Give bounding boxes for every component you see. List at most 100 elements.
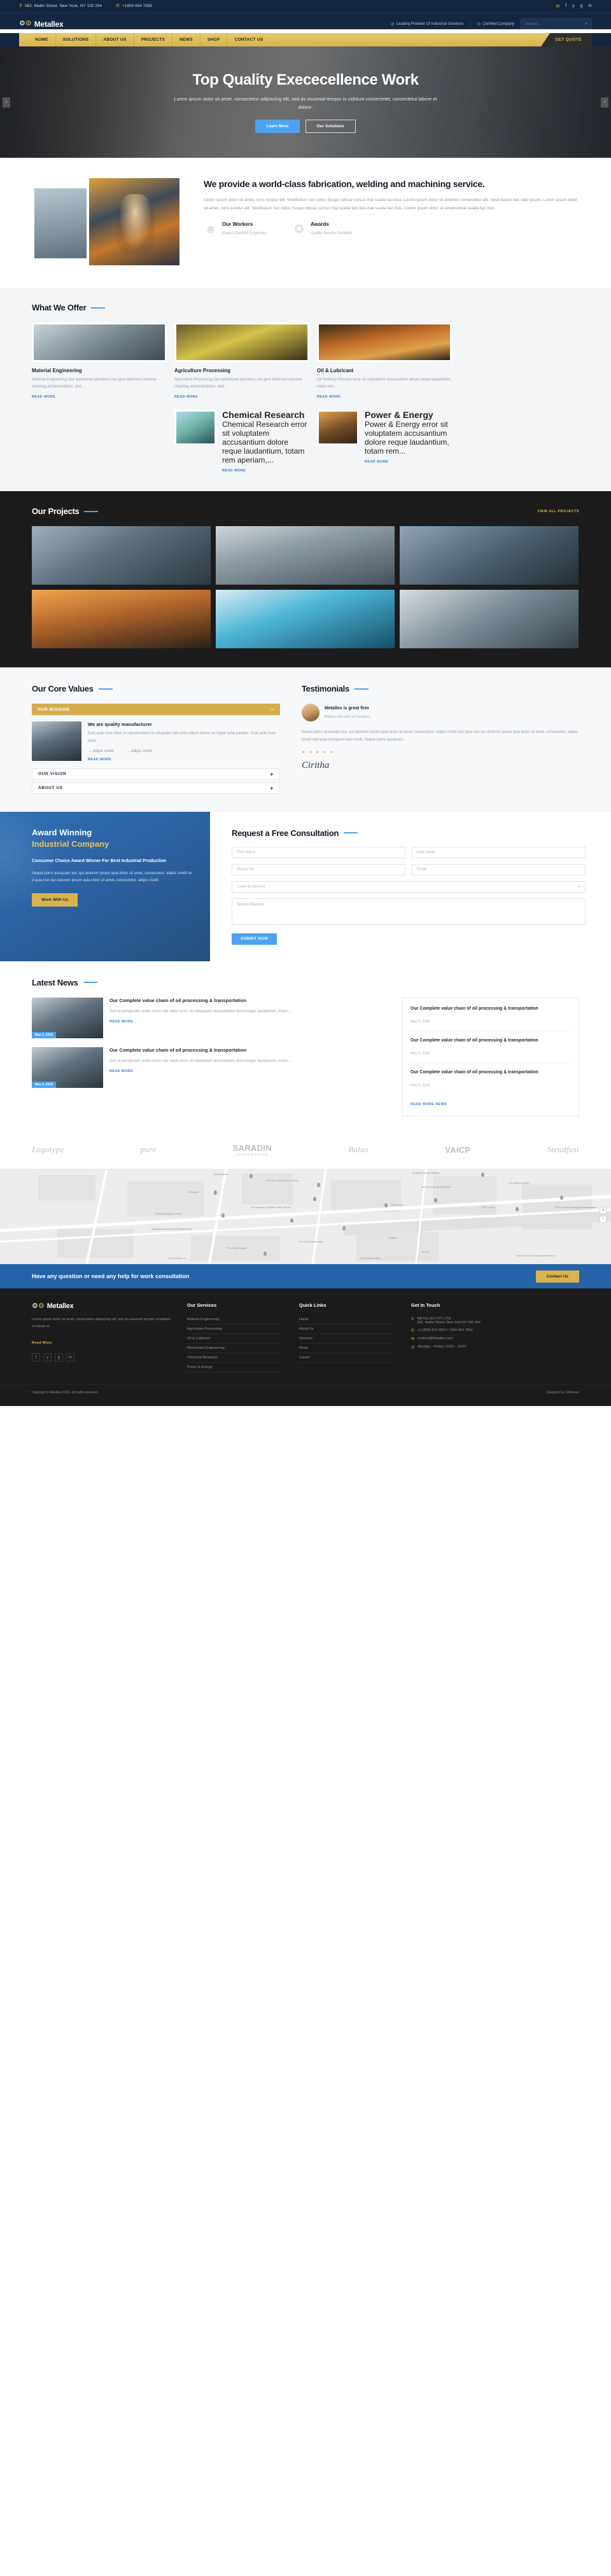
- about-paragraph: Lorem ipsum dolor sit amet, cons ectetur…: [204, 197, 578, 211]
- nav-item-shop[interactable]: SHOP: [200, 33, 228, 46]
- offer-card-read-more[interactable]: READ MORE: [174, 395, 198, 399]
- linkedin-icon[interactable]: in: [66, 1353, 74, 1362]
- brand-logo[interactable]: pure: [141, 1145, 157, 1155]
- search-box[interactable]: ⌕: [521, 18, 592, 29]
- footer-contact-phone[interactable]: ✆ +1 (800) 624 8924 / 1254 854 7854: [411, 1326, 507, 1335]
- nav-item-home[interactable]: HOME: [28, 33, 56, 46]
- nav-item-contact-us[interactable]: CONTACT US: [227, 33, 270, 46]
- footer-link[interactable]: Chemical Research: [187, 1353, 283, 1363]
- google-plus-icon[interactable]: g: [55, 1353, 63, 1362]
- location-map[interactable]: Debenhams An Post, General Post Office P…: [0, 1169, 611, 1265]
- read-more-news-link[interactable]: READ MORE NEWS: [411, 1103, 447, 1106]
- nav-item-projects[interactable]: PROJECTS: [134, 33, 173, 46]
- work-with-us-button[interactable]: Work With Us: [32, 893, 78, 907]
- map-label: Busáras Central Station: [412, 1171, 440, 1175]
- map-zoom-in-button[interactable]: +: [600, 1207, 607, 1215]
- news-item-read-more[interactable]: READ MORE: [109, 1020, 133, 1024]
- offer-card-read-more[interactable]: READ MORE: [317, 395, 341, 399]
- news-item-read-more[interactable]: READ MORE: [109, 1069, 133, 1073]
- map-label: Аббі-театр: [391, 1203, 404, 1207]
- footer-link[interactable]: Home: [299, 1315, 395, 1325]
- our-solutions-button[interactable]: Our Solutions: [305, 120, 356, 134]
- accordion-our-vision[interactable]: OUR VISION +: [32, 768, 280, 780]
- offer-title: What We Offer: [32, 303, 87, 312]
- get-quote-button[interactable]: GET QUOTE: [541, 33, 592, 46]
- project-tile[interactable]: [400, 526, 579, 585]
- accordion-about-us[interactable]: ABOUT US +: [32, 782, 280, 794]
- facebook-icon[interactable]: f: [565, 4, 566, 8]
- twitter-icon[interactable]: y: [572, 4, 575, 8]
- brand-logo[interactable]: Logotype: [32, 1145, 64, 1155]
- accordion-link-1[interactable]: Adipis civelit: [88, 749, 113, 753]
- accordion-our-mission[interactable]: OUR MISSION −: [32, 704, 280, 716]
- facebook-icon[interactable]: f: [32, 1353, 40, 1362]
- project-tile[interactable]: [216, 526, 395, 585]
- brand-logo[interactable]: Steadfast: [547, 1145, 579, 1155]
- project-tile[interactable]: [216, 590, 395, 649]
- offer-card-read-more[interactable]: READ MORE: [222, 469, 246, 473]
- news-title: Latest News: [32, 977, 78, 987]
- mail-icon[interactable]: ✉: [556, 4, 559, 9]
- twitter-icon[interactable]: y: [43, 1353, 52, 1362]
- recent-post[interactable]: Our Complete value chain of oil processi…: [411, 1038, 571, 1064]
- project-tile[interactable]: [32, 590, 211, 649]
- project-tile[interactable]: [400, 590, 579, 649]
- project-tile[interactable]: [32, 526, 211, 585]
- special-request-textarea[interactable]: Special Request: [232, 898, 586, 925]
- offer-card[interactable]: Chemical Research Chemical Research erro…: [174, 410, 309, 473]
- footer-logo[interactable]: ⚙⚙ Metallex: [32, 1302, 171, 1310]
- topbar-phone[interactable]: ✆ +1800 654 7895: [116, 4, 152, 8]
- brand-logo[interactable]: Balax: [348, 1145, 369, 1155]
- hero-prev-arrow-icon[interactable]: ‹: [3, 97, 10, 108]
- offer-card[interactable]: Power & Energy Power & Energy error sit …: [317, 410, 452, 473]
- nav-item-about-us[interactable]: ABOUT US: [96, 33, 134, 46]
- footer-link[interactable]: Power & Energy: [187, 1363, 283, 1373]
- brand-logo[interactable]: VAICP: [445, 1145, 470, 1155]
- email-field[interactable]: Email: [412, 863, 586, 875]
- site-logo[interactable]: ⚙⚙ Metallex: [19, 20, 64, 29]
- footer-link[interactable]: Oil & Lubricant: [187, 1334, 283, 1344]
- submit-now-button[interactable]: SUBMIT NOW: [232, 933, 277, 945]
- recent-post[interactable]: Our Complete value chain of oil processi…: [411, 1069, 571, 1094]
- map-zoom-out-button[interactable]: −: [600, 1216, 607, 1223]
- footer-link[interactable]: Material Engineering: [187, 1315, 283, 1325]
- footer-contact-email[interactable]: ✉ contact@Metallex.com: [411, 1335, 507, 1343]
- search-icon[interactable]: ⌕: [585, 22, 587, 27]
- news-item[interactable]: May 3, 2018 Our Complete value chain of …: [32, 997, 388, 1038]
- footer-link[interactable]: Agriculture Processing: [187, 1325, 283, 1335]
- footer-read-more-link[interactable]: Read More: [32, 1341, 52, 1345]
- footer-link[interactable]: News: [299, 1344, 395, 1354]
- news-item[interactable]: May 3, 2018 Our Complete value chain of …: [32, 1047, 388, 1088]
- about-section: We provide a world-class fabrication, we…: [0, 158, 611, 288]
- learn-more-button[interactable]: Learn More: [255, 120, 300, 134]
- recent-post[interactable]: Our Complete value chain of oil processi…: [411, 1006, 571, 1032]
- accordion-link-2[interactable]: Adipis civelit: [126, 749, 152, 753]
- brand-logo[interactable]: SARADIN CORPORATION: [233, 1143, 272, 1156]
- nav-item-solutions[interactable]: SOLUTIONS: [56, 33, 97, 46]
- view-all-projects-link[interactable]: VIEW ALL PROJECTS: [537, 510, 579, 513]
- offer-card[interactable]: Agriculture Processing Agriculture Proce…: [174, 323, 309, 400]
- recent-posts-panel: Our Complete value chain of oil processi…: [402, 997, 579, 1117]
- search-input[interactable]: [525, 22, 583, 26]
- nav-item-news[interactable]: NEWS: [172, 33, 200, 46]
- footer-link[interactable]: Mechanical Engineering: [187, 1344, 283, 1354]
- contact-us-button[interactable]: Contact Us: [535, 1270, 579, 1283]
- footer-link[interactable]: About Us: [299, 1325, 395, 1335]
- offer-card[interactable]: Material Engineering Material Engineerin…: [32, 323, 167, 400]
- offer-card-read-more[interactable]: READ MORE: [365, 460, 388, 464]
- linkedin-icon[interactable]: in: [589, 4, 592, 8]
- phone-field[interactable]: Phone No.: [232, 863, 405, 875]
- hero-next-arrow-icon[interactable]: ›: [601, 97, 608, 108]
- footer-link[interactable]: Career: [299, 1353, 395, 1363]
- first-name-field[interactable]: First Name: [232, 846, 405, 858]
- accordion-read-more[interactable]: READ MORE: [88, 758, 111, 762]
- offer-card[interactable]: Oil & Lubricant Oil Refinery Process err…: [317, 323, 452, 400]
- last-name-field[interactable]: Last Name: [412, 846, 586, 858]
- offer-card-read-more[interactable]: READ MORE: [32, 395, 55, 399]
- google-plus-icon[interactable]: g: [580, 4, 583, 8]
- map-label: Национальный музей лепреконов: [151, 1227, 192, 1231]
- footer-social-links[interactable]: f y g in: [32, 1353, 171, 1362]
- discuss-select[interactable]: I want to discuss: [232, 881, 586, 893]
- footer-link[interactable]: Services: [299, 1334, 395, 1344]
- topbar-social-links[interactable]: ✉ f y g in: [556, 4, 592, 9]
